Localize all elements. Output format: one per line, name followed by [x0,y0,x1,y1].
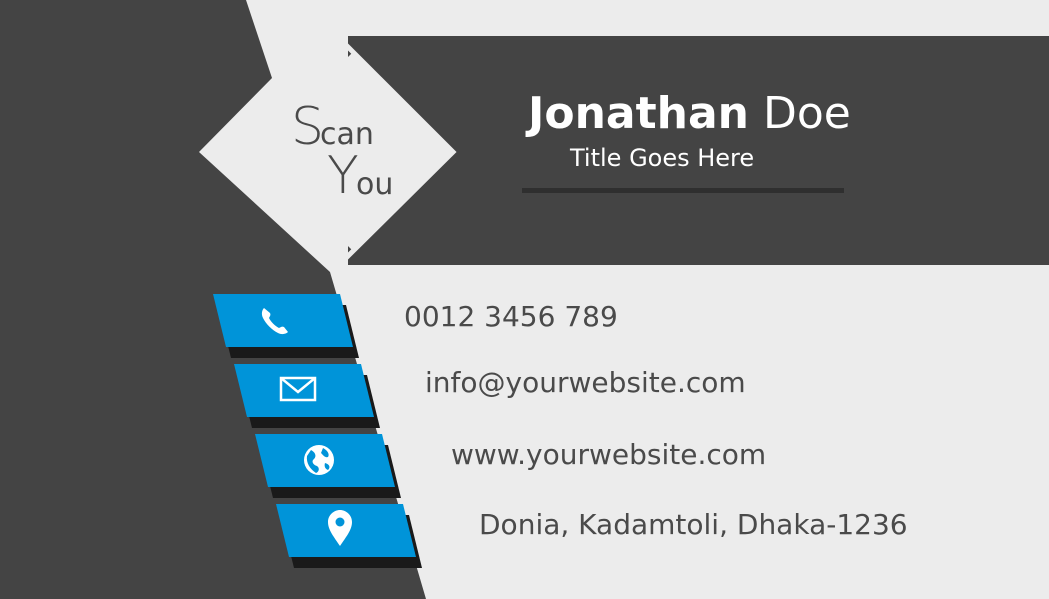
title-underline [522,188,844,193]
phone-ribbon [213,294,359,358]
globe-ribbon [255,434,401,498]
email-address: info@yourwebsite.com [425,366,746,399]
email-ribbon [234,364,380,428]
phone-number: 0012 3456 789 [404,300,618,333]
person-title: Title Goes Here [570,144,755,172]
first-name: Jonathan [528,88,749,139]
website-url: www.yourwebsite.com [451,438,767,471]
person-name: Jonathan Doe [528,92,851,136]
globe-icon [304,445,334,475]
business-card: S can Y ou Jonathan Doe Title Goes Here … [0,0,1049,599]
last-name: Doe [763,88,851,139]
postal-address: Donia, Kadamtoli, Dhaka-1236 [479,508,908,541]
pin-ribbon [276,504,422,568]
